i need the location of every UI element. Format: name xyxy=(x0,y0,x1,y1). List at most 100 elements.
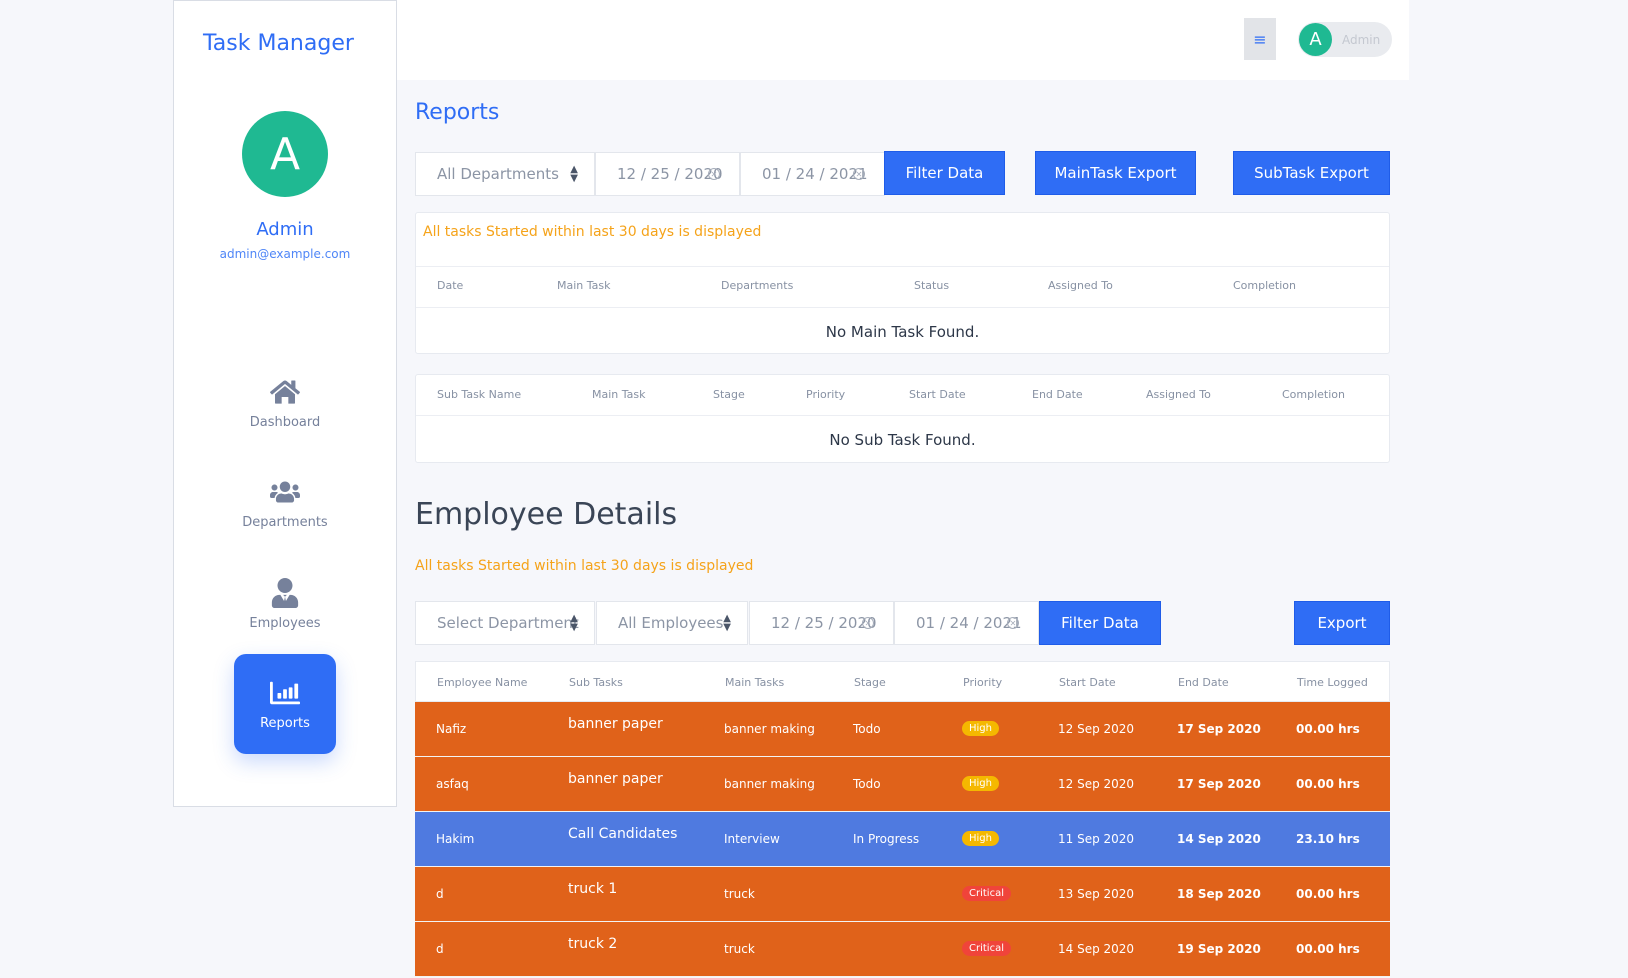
cell-main: truck xyxy=(724,942,755,956)
page-title: Reports xyxy=(415,100,500,125)
column-header[interactable]: Completion xyxy=(1282,388,1345,401)
sidebar-item-label: Dashboard xyxy=(249,414,321,430)
cell-sub: banner paper xyxy=(568,771,663,787)
sidebar-item-reports[interactable]: Reports xyxy=(234,654,336,754)
user-email: admin@example.com xyxy=(219,247,351,261)
date-from-input[interactable]: 12 / 25 / 2020 ✕ xyxy=(749,601,894,645)
user-menu[interactable]: A Admin xyxy=(1298,22,1392,57)
cell-time: 00.00 hrs xyxy=(1296,942,1360,956)
column-header[interactable]: Date xyxy=(437,279,463,292)
cell-end: 17 Sep 2020 xyxy=(1177,722,1261,736)
sidebar-item-label: Departments xyxy=(242,514,328,530)
employee-select[interactable]: All Employees ▲ ▼ xyxy=(596,601,748,645)
cell-time: 23.10 hrs xyxy=(1296,832,1360,846)
cell-sub: truck 2 xyxy=(568,936,618,952)
date-to-input[interactable]: 01 / 24 / 2021 ✕ xyxy=(894,601,1039,645)
cell-main: banner making xyxy=(724,777,815,791)
column-header[interactable]: Start Date xyxy=(1059,676,1116,689)
cell-sub: truck 1 xyxy=(568,881,618,897)
filter-data-button[interactable]: Filter Data xyxy=(1039,601,1161,645)
column-header[interactable]: Employee Name xyxy=(437,676,527,689)
priority-badge: Critical xyxy=(962,941,1011,956)
cell-main: Interview xyxy=(724,832,780,846)
clear-icon[interactable]: ✕ xyxy=(1007,617,1019,629)
table-row[interactable]: asfaq banner paper banner making Todo 12 Sep… xyxy=(415,757,1390,812)
export-button[interactable]: Export xyxy=(1294,601,1390,645)
sidebar-item-label: Reports xyxy=(260,715,310,731)
column-header[interactable]: Time Logged xyxy=(1297,676,1368,689)
cell-name: asfaq xyxy=(436,777,469,791)
column-header[interactable]: Departments xyxy=(721,279,793,292)
divider xyxy=(416,307,1389,308)
subtask-export-button[interactable]: SubTask Export xyxy=(1233,151,1390,195)
notice-text: All tasks Started within last 30 days is… xyxy=(415,558,754,574)
column-header[interactable]: Main Tasks xyxy=(725,676,784,689)
column-header[interactable]: Stage xyxy=(713,388,745,401)
priority-badge: High xyxy=(962,776,999,791)
sort-arrows-icon: ▲ ▼ xyxy=(570,164,578,184)
cell-name: d xyxy=(436,887,444,901)
column-header[interactable]: End Date xyxy=(1032,388,1083,401)
sidebar-item-departments[interactable]: Departments xyxy=(234,453,336,553)
section-title: Employee Details xyxy=(415,497,678,532)
menu-toggle-button[interactable]: ≡ xyxy=(1244,18,1276,60)
column-header[interactable]: End Date xyxy=(1178,676,1229,689)
sidebar: Task Manager A Admin admin@example.com D… xyxy=(173,0,397,807)
column-header[interactable]: Main Task xyxy=(592,388,646,401)
department-select[interactable]: Select Department ▲ ▼ xyxy=(415,601,595,645)
sidebar-item-employees[interactable]: Employees xyxy=(234,554,336,654)
clear-icon[interactable]: ✕ xyxy=(853,168,865,180)
cell-end: 17 Sep 2020 xyxy=(1177,777,1261,791)
empty-message: No Sub Task Found. xyxy=(829,431,976,449)
column-header[interactable]: Stage xyxy=(854,676,886,689)
date-value: 01 / 24 / 2021 xyxy=(762,165,868,183)
date-to-input[interactable]: 01 / 24 / 2021 ✕ xyxy=(740,152,885,196)
user-name: Admin xyxy=(256,219,314,240)
column-header[interactable]: Start Date xyxy=(909,388,966,401)
column-header[interactable]: Assigned To xyxy=(1146,388,1211,401)
filter-data-button[interactable]: Filter Data xyxy=(884,151,1005,195)
column-header[interactable]: Main Task xyxy=(557,279,611,292)
users-icon xyxy=(270,481,300,503)
table-row[interactable]: d truck 1 truck 13 Sep 2020 18 Sep 2020 00.00… xyxy=(415,867,1390,922)
column-header[interactable]: Assigned To xyxy=(1048,279,1113,292)
table-row[interactable]: Nafiz banner paper banner making Todo 12 Sep… xyxy=(415,702,1390,757)
user-tie-icon xyxy=(271,577,299,608)
priority-badge: Critical xyxy=(962,886,1011,901)
date-value: 01 / 24 / 2021 xyxy=(916,614,1022,632)
clear-icon[interactable]: ✕ xyxy=(862,617,874,629)
cell-name: d xyxy=(436,942,444,956)
main-task-table: All tasks Started within last 30 days is… xyxy=(415,212,1390,354)
column-header[interactable]: Priority xyxy=(806,388,845,401)
cell-time: 00.00 hrs xyxy=(1296,887,1360,901)
cell-name: Nafiz xyxy=(436,722,467,736)
date-from-input[interactable]: 12 / 25 / 2020 ✕ xyxy=(595,152,740,196)
column-header[interactable]: Sub Tasks xyxy=(569,676,623,689)
department-select[interactable]: All Departments ▲ ▼ xyxy=(415,152,595,196)
cell-main: truck xyxy=(724,887,755,901)
brand-title[interactable]: Task Manager xyxy=(203,31,354,56)
column-header[interactable]: Completion xyxy=(1233,279,1296,292)
maintask-export-button[interactable]: MainTask Export xyxy=(1035,151,1196,195)
sidebar-item-dashboard[interactable]: Dashboard xyxy=(234,353,336,453)
cell-time: 00.00 hrs xyxy=(1296,777,1360,791)
user-menu-name: Admin xyxy=(1342,32,1381,47)
table-row[interactable]: Hakim Call Candidates Interview In Progress… xyxy=(415,812,1390,867)
divider xyxy=(416,415,1389,416)
column-header[interactable]: Sub Task Name xyxy=(437,388,521,401)
cell-end: 14 Sep 2020 xyxy=(1177,832,1261,846)
hamburger-icon: ≡ xyxy=(1253,29,1267,49)
clear-icon[interactable]: ✕ xyxy=(708,168,720,180)
home-icon xyxy=(270,379,300,404)
select-value: All Employees xyxy=(618,614,724,632)
top-header: ≡ A Admin xyxy=(397,0,1409,80)
date-value: 12 / 25 / 2020 xyxy=(617,165,723,183)
sidebar-item-label: Employees xyxy=(249,615,321,631)
table-row[interactable]: d truck 2 truck 14 Sep 2020 19 Sep 2020 00.00… xyxy=(415,922,1390,977)
cell-start: 13 Sep 2020 xyxy=(1058,887,1135,901)
cell-name: Hakim xyxy=(436,832,475,846)
column-header[interactable]: Status xyxy=(914,279,949,292)
column-header[interactable]: Priority xyxy=(963,676,1002,689)
cell-main: banner making xyxy=(724,722,815,736)
date-value: 12 / 25 / 2020 xyxy=(771,614,877,632)
